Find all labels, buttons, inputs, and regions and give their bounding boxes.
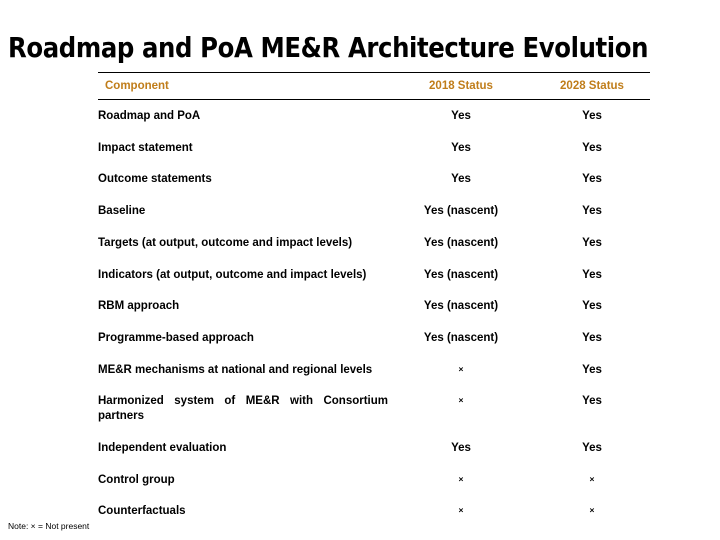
cell-2018-status: Yes [451,110,471,122]
column-header-component: Component [105,80,169,92]
cell-component: Targets (at output, outcome and impact l… [98,236,353,249]
not-present-icon: × [589,473,595,484]
table-row: Programme-based approach Yes (nascent) Yes [98,322,650,354]
not-present-icon: × [589,505,595,516]
cell-component: Harmonized system of ME&R with Consortiu… [98,395,388,423]
table-row: Roadmap and PoA Yes Yes [98,100,650,132]
not-present-icon: × [458,505,464,516]
cell-2018-status: Yes (nascent) [423,268,499,281]
table-row: RBM approach Yes (nascent) Yes [98,290,650,322]
cell-2018-status: × [388,385,534,431]
table-row: Impact statement Yes Yes [98,132,650,164]
cell-2028-status: Yes [582,300,602,313]
cell-2018-status: Yes (nascent) [423,205,499,218]
table-row: Independent evaluation Yes Yes [98,432,650,464]
cell-component: Roadmap and PoA [98,110,201,122]
table-row: Harmonized system of ME&R with Consortiu… [98,385,650,431]
cell-2018-status: Yes [451,173,471,186]
cell-2028-status: Yes [582,441,602,454]
cell-2028-status: × [534,495,650,527]
cell-component: Indicators (at output, outcome and impac… [98,268,367,281]
cell-2028-status: Yes [582,141,602,154]
roadmap-evolution-table: Component 2018 Status 2028 Status Roadma… [98,72,650,527]
table-header: Component 2018 Status 2028 Status [98,72,650,100]
cell-component: ME&R mechanisms at national and regional… [98,363,373,376]
cell-component: Outcome statements [98,173,212,186]
not-present-icon: × [458,395,464,406]
slide-canvas: Roadmap and PoA ME&R Architecture Evolut… [0,0,720,540]
table-row: Indicators (at output, outcome and impac… [98,259,650,291]
column-header-2018-status: 2018 Status [429,80,493,92]
cell-2028-status: Yes [582,363,602,376]
cell-2028-status: Yes [582,268,602,281]
table-header-row: Component 2018 Status 2028 Status [98,72,650,100]
cell-2018-status: Yes (nascent) [423,300,499,313]
cell-2018-status: × [388,464,534,496]
cell-2028-status: Yes [582,110,602,122]
cell-component: Impact statement [98,141,193,154]
not-present-icon: × [458,473,464,484]
cell-2018-status: Yes (nascent) [423,332,499,345]
cell-2028-status: Yes [582,205,602,218]
table-row: Control group × × [98,464,650,496]
cell-2018-status: Yes (nascent) [423,236,499,249]
cell-2028-status: Yes [582,173,602,186]
cell-2028-status: Yes [582,332,602,345]
table-footnote: Note: × = Not present [8,521,90,531]
cell-component: Counterfactuals [98,505,186,518]
cell-2028-status: × [534,464,650,496]
table-row: Targets (at output, outcome and impact l… [98,227,650,259]
table-row: Counterfactuals × × [98,495,650,527]
table-row: Outcome statements Yes Yes [98,163,650,195]
cell-component: Independent evaluation [98,441,227,454]
table-row: Baseline Yes (nascent) Yes [98,195,650,227]
cell-2018-status: × [388,354,534,386]
page-title: Roadmap and PoA ME&R Architecture Evolut… [8,32,649,65]
cell-component: RBM approach [98,300,180,313]
cell-2028-status: Yes [582,236,602,249]
table-body: Roadmap and PoA Yes Yes Impact statement Yes… [98,100,650,528]
cell-component: Programme-based approach [98,332,254,345]
cell-2018-status: Yes [451,441,471,454]
cell-2018-status: × [388,495,534,527]
not-present-icon: × [458,363,464,374]
cell-2028-status: Yes [582,395,602,408]
table-row: ME&R mechanisms at national and regional… [98,354,650,386]
cell-component: Baseline [98,205,146,218]
cell-2018-status: Yes [451,141,471,154]
roadmap-table-container: Component 2018 Status 2028 Status Roadma… [98,72,650,527]
column-header-2028-status: 2028 Status [560,80,624,92]
cell-component: Control group [98,473,175,486]
